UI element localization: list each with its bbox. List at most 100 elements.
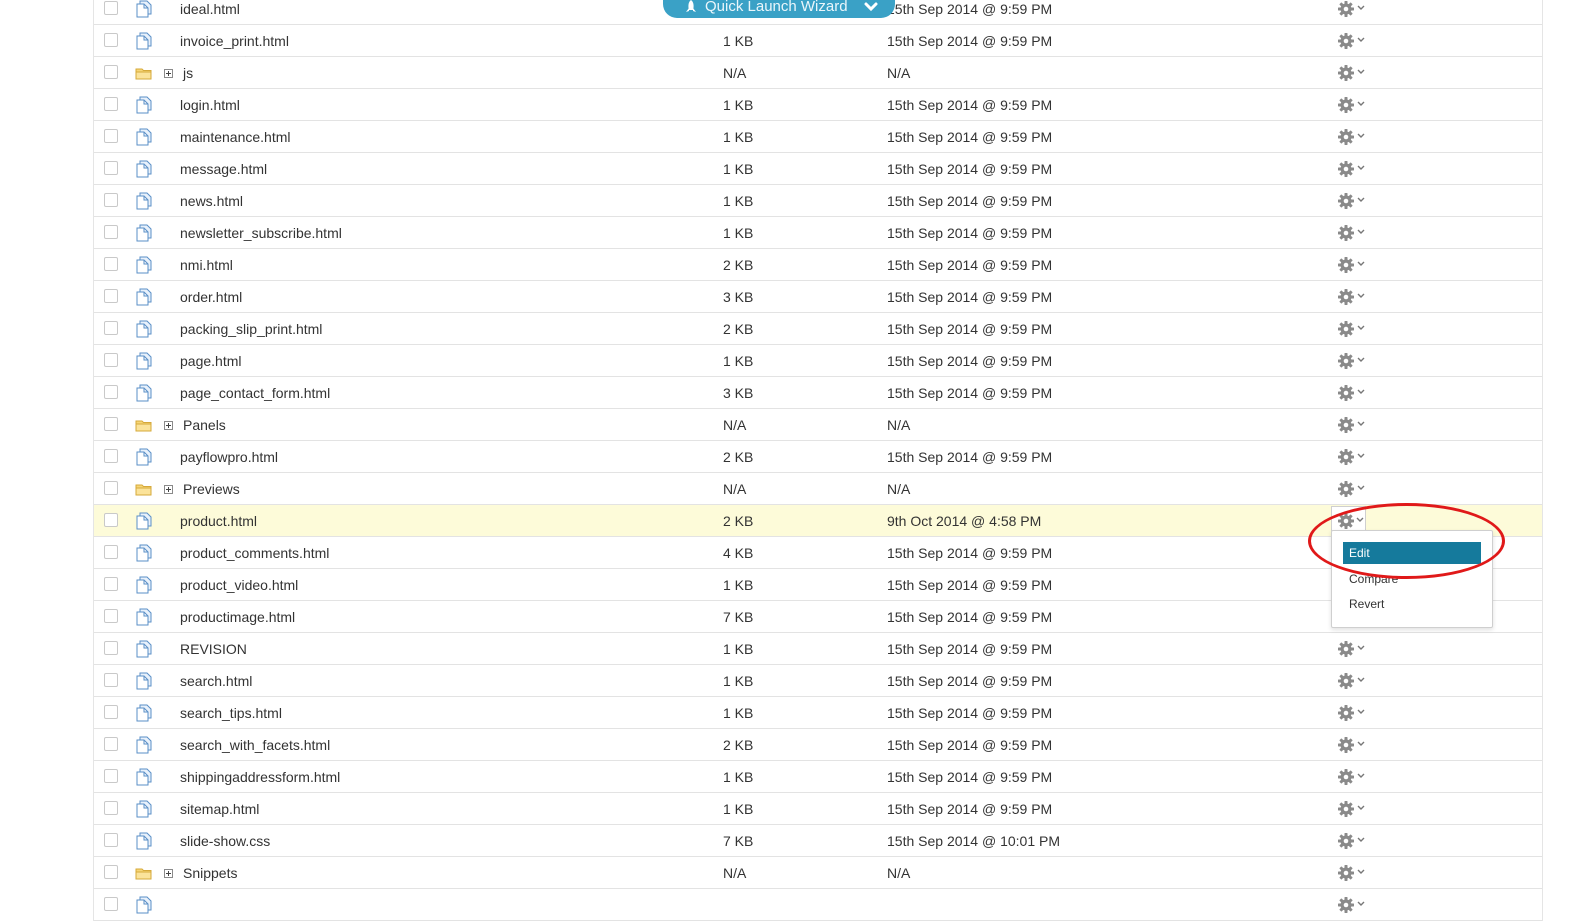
- caret-down-icon[interactable]: [1357, 229, 1365, 235]
- quick-launch-wizard-button[interactable]: Quick Launch Wizard: [663, 0, 895, 18]
- file-row[interactable]: nmi.html 2 KB 15th Sep 2014 @ 9:59 PM: [94, 249, 1542, 281]
- menu-item-compare[interactable]: Compare: [1343, 568, 1481, 590]
- row-checkbox[interactable]: [104, 161, 118, 175]
- file-row[interactable]: page.html 1 KB 15th Sep 2014 @ 9:59 PM: [94, 345, 1542, 377]
- caret-down-icon[interactable]: [1357, 805, 1365, 811]
- caret-down-icon[interactable]: [1357, 869, 1365, 875]
- row-checkbox[interactable]: [104, 737, 118, 751]
- file-name[interactable]: packing_slip_print.html: [180, 321, 322, 337]
- file-name[interactable]: search.html: [180, 673, 252, 689]
- folder-row[interactable]: js N/A N/A: [94, 57, 1542, 89]
- file-row[interactable]: invoice_print.html 1 KB 15th Sep 2014 @ 9:…: [94, 25, 1542, 57]
- expand-icon[interactable]: [164, 421, 173, 430]
- menu-item-edit[interactable]: Edit: [1343, 542, 1481, 564]
- folder-row[interactable]: Snippets N/A N/A: [94, 857, 1542, 889]
- caret-down-icon[interactable]: [1357, 5, 1365, 11]
- row-checkbox[interactable]: [104, 545, 118, 559]
- caret-down-icon[interactable]: [1357, 293, 1365, 299]
- row-checkbox[interactable]: [104, 417, 118, 431]
- row-checkbox[interactable]: [104, 641, 118, 655]
- file-row[interactable]: product.html 2 KB 9th Oct 2014 @ 4:58 PM: [94, 505, 1542, 537]
- file-name[interactable]: newsletter_subscribe.html: [180, 225, 342, 241]
- caret-down-icon[interactable]: [1357, 37, 1365, 43]
- file-name[interactable]: login.html: [180, 97, 240, 113]
- folder-row[interactable]: Previews N/A N/A: [94, 473, 1542, 505]
- file-name[interactable]: page_contact_form.html: [180, 385, 330, 401]
- caret-down-icon[interactable]: [1357, 677, 1365, 683]
- file-name[interactable]: ideal.html: [180, 1, 240, 17]
- row-checkbox[interactable]: [104, 193, 118, 207]
- file-name[interactable]: search_tips.html: [180, 705, 282, 721]
- file-row[interactable]: newsletter_subscribe.html 1 KB 15th Sep 20…: [94, 217, 1542, 249]
- caret-down-icon[interactable]: [1357, 165, 1365, 171]
- row-checkbox[interactable]: [104, 705, 118, 719]
- file-row[interactable]: search.html 1 KB 15th Sep 2014 @ 9:59 PM: [94, 665, 1542, 697]
- file-name[interactable]: product_video.html: [180, 577, 298, 593]
- file-name[interactable]: slide-show.css: [180, 833, 270, 849]
- file-name[interactable]: page.html: [180, 353, 241, 369]
- row-checkbox[interactable]: [104, 673, 118, 687]
- caret-down-icon[interactable]: [1357, 741, 1365, 747]
- row-checkbox[interactable]: [104, 449, 118, 463]
- row-checkbox[interactable]: [104, 1, 118, 15]
- file-row[interactable]: search_tips.html 1 KB 15th Sep 2014 @ 9:59…: [94, 697, 1542, 729]
- row-checkbox[interactable]: [104, 257, 118, 271]
- file-name[interactable]: order.html: [180, 289, 242, 305]
- file-name[interactable]: Previews: [183, 481, 240, 497]
- file-row[interactable]: sitemap.html 1 KB 15th Sep 2014 @ 9:59 PM: [94, 793, 1542, 825]
- row-checkbox[interactable]: [104, 129, 118, 143]
- file-row[interactable]: REVISION 1 KB 15th Sep 2014 @ 9:59 PM: [94, 633, 1542, 665]
- file-name[interactable]: product.html: [180, 513, 257, 529]
- file-row[interactable]: news.html 1 KB 15th Sep 2014 @ 9:59 PM: [94, 185, 1542, 217]
- folder-row[interactable]: Panels N/A N/A: [94, 409, 1542, 441]
- expand-icon[interactable]: [164, 869, 173, 878]
- file-row[interactable]: maintenance.html 1 KB 15th Sep 2014 @ 9:59…: [94, 121, 1542, 153]
- file-row[interactable]: page_contact_form.html 3 KB 15th Sep 2014 …: [94, 377, 1542, 409]
- file-name[interactable]: js: [183, 65, 193, 81]
- row-checkbox[interactable]: [104, 385, 118, 399]
- caret-down-icon[interactable]: [1357, 325, 1365, 331]
- row-checkbox[interactable]: [104, 513, 118, 527]
- file-row[interactable]: productimage.html 7 KB 15th Sep 2014 @ 9:5…: [94, 601, 1542, 633]
- file-name[interactable]: payflowpro.html: [180, 449, 278, 465]
- file-name[interactable]: Snippets: [183, 865, 237, 881]
- file-row[interactable]: slide-show.css 7 KB 15th Sep 2014 @ 10:01 …: [94, 825, 1542, 857]
- file-name[interactable]: Panels: [183, 417, 226, 433]
- row-checkbox[interactable]: [104, 609, 118, 623]
- row-checkbox[interactable]: [104, 353, 118, 367]
- file-name[interactable]: product_comments.html: [180, 545, 329, 561]
- row-checkbox[interactable]: [104, 577, 118, 591]
- row-checkbox[interactable]: [104, 801, 118, 815]
- row-checkbox[interactable]: [104, 225, 118, 239]
- expand-icon[interactable]: [164, 69, 173, 78]
- actions-toggle-open[interactable]: [1331, 506, 1366, 531]
- file-row[interactable]: message.html 1 KB 15th Sep 2014 @ 9:59 PM: [94, 153, 1542, 185]
- file-row[interactable]: product_comments.html 4 KB 15th Sep 2014 @…: [94, 537, 1542, 569]
- file-name[interactable]: shippingaddressform.html: [180, 769, 340, 785]
- file-name[interactable]: productimage.html: [180, 609, 295, 625]
- row-checkbox[interactable]: [104, 897, 118, 911]
- caret-down-icon[interactable]: [1357, 389, 1365, 395]
- menu-item-revert[interactable]: Revert: [1343, 593, 1481, 615]
- file-row[interactable]: packing_slip_print.html 2 KB 15th Sep 2014…: [94, 313, 1542, 345]
- file-name[interactable]: maintenance.html: [180, 129, 291, 145]
- row-checkbox[interactable]: [104, 481, 118, 495]
- caret-down-icon[interactable]: [1357, 773, 1365, 779]
- row-checkbox[interactable]: [104, 65, 118, 79]
- caret-down-icon[interactable]: [1357, 101, 1365, 107]
- expand-icon[interactable]: [164, 485, 173, 494]
- file-name[interactable]: nmi.html: [180, 257, 233, 273]
- caret-down-icon[interactable]: [1357, 421, 1365, 427]
- caret-down-icon[interactable]: [1357, 261, 1365, 267]
- row-checkbox[interactable]: [104, 33, 118, 47]
- file-row[interactable]: order.html 3 KB 15th Sep 2014 @ 9:59 PM: [94, 281, 1542, 313]
- caret-down-icon[interactable]: [1357, 645, 1365, 651]
- file-row[interactable]: payflowpro.html 2 KB 15th Sep 2014 @ 9:59 …: [94, 441, 1542, 473]
- caret-down-icon[interactable]: [1357, 453, 1365, 459]
- row-checkbox[interactable]: [104, 289, 118, 303]
- row-checkbox[interactable]: [104, 833, 118, 847]
- file-row[interactable]: shippingaddressform.html 1 KB 15th Sep 201…: [94, 761, 1542, 793]
- file-name[interactable]: REVISION: [180, 641, 247, 657]
- caret-down-icon[interactable]: [1357, 197, 1365, 203]
- caret-down-icon[interactable]: [1357, 837, 1365, 843]
